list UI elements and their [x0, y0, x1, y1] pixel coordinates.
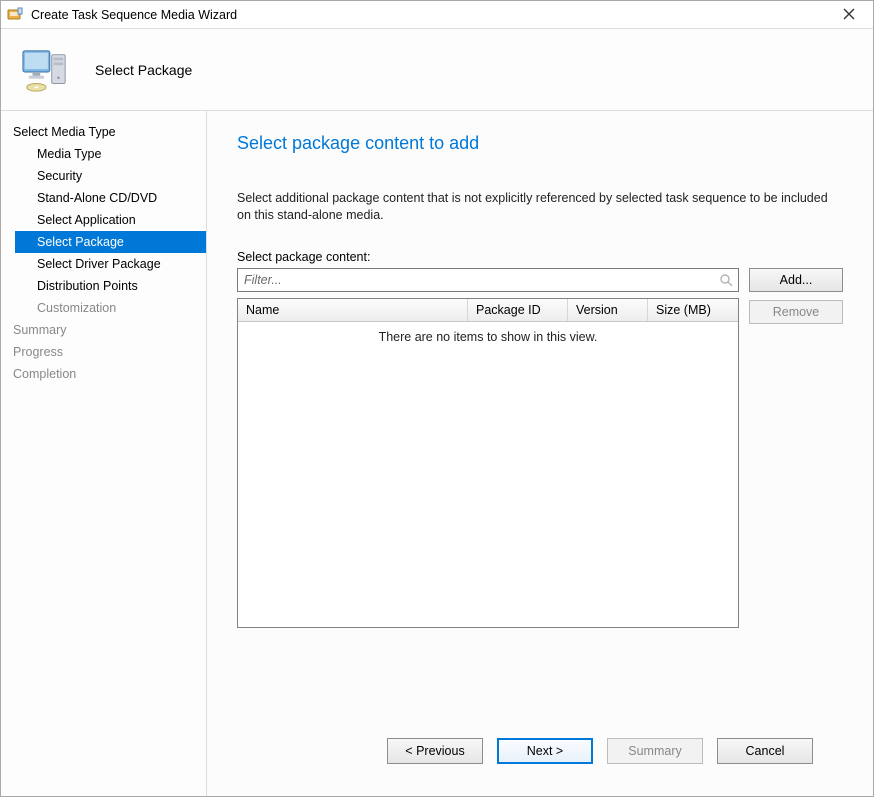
next-button[interactable]: Next >: [497, 738, 593, 764]
content-area: Select package content to add Select add…: [207, 111, 873, 796]
package-table: Name Package ID Version Size (MB) There …: [237, 298, 739, 628]
close-button[interactable]: [829, 7, 869, 23]
sidebar-item-customization: Customization: [15, 297, 206, 319]
filter-input[interactable]: [238, 269, 738, 291]
sidebar-item-media-type[interactable]: Media Type: [15, 143, 206, 165]
wizard-icon: [21, 46, 69, 94]
filter-row: Name Package ID Version Size (MB) There …: [237, 268, 843, 628]
empty-message: There are no items to show in this view.: [379, 330, 598, 344]
instructions-text: Select additional package content that i…: [237, 190, 837, 224]
filter-box: [237, 268, 739, 292]
header-title: Select Package: [95, 62, 192, 78]
sidebar-item-select-driver-package[interactable]: Select Driver Package: [15, 253, 206, 275]
footer-buttons: < Previous Next > Summary Cancel: [237, 724, 843, 778]
page-heading: Select package content to add: [237, 133, 843, 154]
previous-button[interactable]: < Previous: [387, 738, 483, 764]
table-header: Name Package ID Version Size (MB): [238, 299, 738, 322]
side-buttons: Add... Remove: [749, 268, 843, 324]
sidebar-item-select-package[interactable]: Select Package: [15, 231, 206, 253]
close-icon: [843, 8, 855, 20]
sidebar-group-title[interactable]: Select Media Type: [1, 121, 206, 143]
sidebar-item-select-application[interactable]: Select Application: [15, 209, 206, 231]
title-bar: Create Task Sequence Media Wizard: [1, 1, 873, 29]
wizard-window: Create Task Sequence Media Wizard: [0, 0, 874, 797]
summary-button: Summary: [607, 738, 703, 764]
filter-and-table: Name Package ID Version Size (MB) There …: [237, 268, 739, 628]
cancel-button[interactable]: Cancel: [717, 738, 813, 764]
sidebar-item-standalone-cddvd[interactable]: Stand-Alone CD/DVD: [15, 187, 206, 209]
column-name[interactable]: Name: [238, 299, 468, 321]
main-area: Select Media Type Media Type Security St…: [1, 111, 873, 796]
sidebar-sub-list: Media Type Security Stand-Alone CD/DVD S…: [1, 143, 206, 319]
column-size[interactable]: Size (MB): [648, 299, 738, 321]
remove-button: Remove: [749, 300, 843, 324]
add-button[interactable]: Add...: [749, 268, 843, 292]
content-label: Select package content:: [237, 250, 843, 264]
search-icon: [718, 272, 734, 288]
sidebar-item-completion: Completion: [1, 363, 206, 385]
table-wrap: Name Package ID Version Size (MB) There …: [237, 298, 739, 628]
sidebar-item-security[interactable]: Security: [15, 165, 206, 187]
sidebar-item-progress: Progress: [1, 341, 206, 363]
app-icon: [7, 7, 23, 23]
sidebar-item-summary: Summary: [1, 319, 206, 341]
header-band: Select Package: [1, 29, 873, 111]
wizard-sidebar: Select Media Type Media Type Security St…: [1, 111, 207, 796]
column-package-id[interactable]: Package ID: [468, 299, 568, 321]
column-version[interactable]: Version: [568, 299, 648, 321]
window-title: Create Task Sequence Media Wizard: [31, 8, 829, 22]
table-body: There are no items to show in this view.: [238, 322, 738, 627]
sidebar-item-distribution-points[interactable]: Distribution Points: [15, 275, 206, 297]
